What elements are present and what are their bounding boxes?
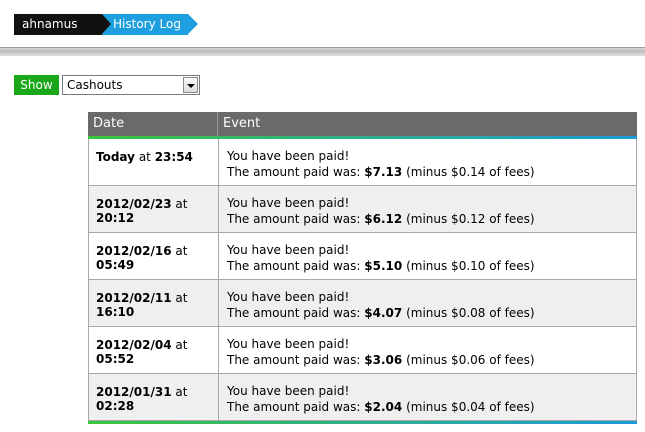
row-fee: (minus $0.06 of fees) — [406, 353, 535, 367]
row-date: 2012/02/11 — [96, 291, 172, 305]
row-amount-prefix: The amount paid was: — [227, 353, 361, 367]
column-header-event: Event — [223, 116, 261, 131]
row-at: at — [175, 291, 188, 305]
row-event-cell: You have been paid! The amount paid was: … — [219, 280, 636, 326]
row-fee: (minus $0.10 of fees) — [406, 259, 535, 273]
row-event-cell: You have been paid! The amount paid was: … — [219, 374, 636, 420]
table-footer-line — [88, 421, 637, 424]
table-row: Today at 23:54 You have been paid! The amo… — [89, 139, 636, 186]
row-amount-prefix: The amount paid was: — [227, 400, 361, 414]
table-row: 2012/02/16 at 05:49 You have been paid! Th… — [89, 233, 636, 280]
table-header: Date Event — [88, 112, 637, 139]
row-time: 16:10 — [96, 305, 135, 319]
row-date: 2012/02/23 — [96, 197, 172, 211]
row-amount-prefix: The amount paid was: — [227, 259, 361, 273]
row-amount-prefix: The amount paid was: — [227, 165, 361, 179]
row-event-line1: You have been paid! — [227, 290, 350, 304]
row-date-cell: 2012/02/11 at 16:10 — [89, 280, 219, 326]
row-event-cell: You have been paid! The amount paid was: … — [219, 139, 636, 185]
row-time: 20:12 — [96, 211, 135, 225]
row-at: at — [138, 150, 151, 164]
row-amount-prefix: The amount paid was: — [227, 306, 361, 320]
row-date: Today — [96, 150, 135, 164]
row-amount: $5.10 — [364, 259, 403, 273]
row-date-cell: Today at 23:54 — [89, 139, 219, 185]
top-bar: ahnamus History Log — [0, 0, 645, 48]
row-event-line2: The amount paid was: $4.07 (minus $0.08 … — [227, 305, 636, 321]
row-date-cell: 2012/01/31 at 02:28 — [89, 374, 219, 420]
row-fee: (minus $0.14 of fees) — [406, 165, 535, 179]
row-at: at — [175, 338, 188, 352]
row-amount-prefix: The amount paid was: — [227, 212, 361, 226]
row-event-line1: You have been paid! — [227, 337, 350, 351]
row-date: 2012/02/16 — [96, 244, 172, 258]
row-date-cell: 2012/02/16 at 05:49 — [89, 233, 219, 279]
row-fee: (minus $0.12 of fees) — [406, 212, 535, 226]
row-event-cell: You have been paid! The amount paid was: … — [219, 327, 636, 373]
row-event-line2: The amount paid was: $3.06 (minus $0.06 … — [227, 352, 636, 368]
show-label: Show — [14, 75, 59, 95]
dropdown-arrow-icon[interactable] — [183, 77, 198, 93]
row-amount: $7.13 — [364, 165, 403, 179]
table-row: 2012/01/31 at 02:28 You have been paid! Th… — [89, 374, 636, 421]
row-event-line2: The amount paid was: $6.12 (minus $0.12 … — [227, 211, 636, 227]
table-body: Today at 23:54 You have been paid! The amo… — [88, 139, 637, 421]
breadcrumb-history-log[interactable]: History Log — [102, 14, 198, 35]
row-at: at — [175, 385, 188, 399]
history-table: Date Event Today at 23:54 You have been p… — [88, 112, 637, 424]
row-event-line1: You have been paid! — [227, 196, 350, 210]
row-time: 02:28 — [96, 399, 135, 413]
row-event-line2: The amount paid was: $5.10 (minus $0.10 … — [227, 258, 636, 274]
column-header-date: Date — [88, 112, 218, 136]
row-date-cell: 2012/02/23 at 20:12 — [89, 186, 219, 232]
row-fee: (minus $0.04 of fees) — [406, 400, 535, 414]
table-row: 2012/02/11 at 16:10 You have been paid! Th… — [89, 280, 636, 327]
row-event-line2: The amount paid was: $2.04 (minus $0.04 … — [227, 399, 636, 415]
event-type-selected: Cashouts — [67, 78, 123, 92]
row-time: 05:52 — [96, 352, 135, 366]
row-time: 23:54 — [154, 150, 193, 164]
table-row: 2012/02/23 at 20:12 You have been paid! Th… — [89, 186, 636, 233]
row-amount: $2.04 — [364, 400, 403, 414]
row-event-line2: The amount paid was: $7.13 (minus $0.14 … — [227, 164, 636, 180]
row-amount: $3.06 — [364, 353, 403, 367]
row-date: 2012/01/31 — [96, 385, 172, 399]
row-event-line1: You have been paid! — [227, 149, 350, 163]
row-fee: (minus $0.08 of fees) — [406, 306, 535, 320]
breadcrumb-history-label: History Log — [113, 17, 181, 31]
row-event-line1: You have been paid! — [227, 384, 350, 398]
header-divider — [0, 47, 645, 56]
row-amount: $4.07 — [364, 306, 403, 320]
row-event-line1: You have been paid! — [227, 243, 350, 257]
row-event-cell: You have been paid! The amount paid was: … — [219, 186, 636, 232]
row-at: at — [175, 244, 188, 258]
table-row: 2012/02/04 at 05:52 You have been paid! Th… — [89, 327, 636, 374]
breadcrumb-user[interactable]: ahnamus — [14, 14, 112, 35]
row-event-cell: You have been paid! The amount paid was: … — [219, 233, 636, 279]
row-time: 05:49 — [96, 258, 135, 272]
row-amount: $6.12 — [364, 212, 403, 226]
event-type-select[interactable]: Cashouts — [62, 75, 200, 95]
row-date-cell: 2012/02/04 at 05:52 — [89, 327, 219, 373]
row-date: 2012/02/04 — [96, 338, 172, 352]
row-at: at — [175, 197, 188, 211]
